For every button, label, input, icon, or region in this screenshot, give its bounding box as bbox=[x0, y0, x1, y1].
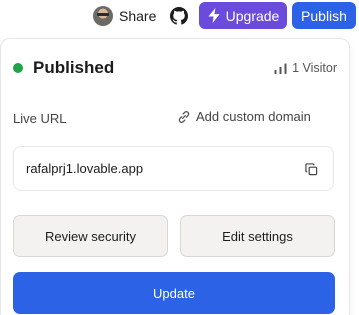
visitor-count: 1 Visitor bbox=[274, 61, 337, 75]
publish-label: Publish bbox=[301, 7, 347, 24]
bar-chart-icon bbox=[274, 63, 287, 74]
review-security-button[interactable]: Review security bbox=[13, 215, 168, 257]
add-custom-domain-label: Add custom domain bbox=[196, 109, 311, 124]
live-url-field[interactable]: rafalprj1.lovable.app bbox=[13, 146, 334, 191]
publish-button[interactable]: Publish bbox=[292, 2, 356, 29]
update-button[interactable]: Update bbox=[13, 272, 335, 314]
avatar bbox=[93, 5, 113, 26]
visitor-count-label: 1 Visitor bbox=[292, 61, 337, 75]
live-url-label: Live URL bbox=[13, 110, 67, 126]
link-icon bbox=[178, 110, 190, 123]
live-url-value: rafalprj1.lovable.app bbox=[26, 161, 144, 176]
copy-url-button[interactable] bbox=[303, 161, 319, 177]
edit-settings-button[interactable]: Edit settings bbox=[180, 215, 335, 257]
update-label: Update bbox=[153, 285, 195, 301]
status-text: Published bbox=[33, 58, 115, 77]
add-custom-domain-link[interactable]: Add custom domain bbox=[177, 109, 311, 124]
copy-icon bbox=[304, 162, 317, 175]
status-row: Published 1 Visitor bbox=[13, 57, 337, 79]
top-bar: Share Upgrade Publish bbox=[0, 0, 359, 34]
github-button[interactable] bbox=[166, 4, 192, 28]
url-row: Live URL Add custom domain bbox=[13, 109, 337, 127]
edit-settings-label: Edit settings bbox=[222, 228, 293, 244]
share-label: Share bbox=[119, 7, 157, 24]
lightning-icon bbox=[208, 8, 220, 23]
status-dot bbox=[13, 63, 23, 73]
github-icon bbox=[170, 7, 188, 25]
share-button[interactable]: Share bbox=[90, 3, 158, 28]
review-security-label: Review security bbox=[44, 228, 137, 244]
upgrade-button[interactable]: Upgrade bbox=[199, 2, 287, 29]
publish-panel: Published 1 Visitor Live URL Add custom … bbox=[0, 38, 350, 315]
upgrade-label: Upgrade bbox=[225, 7, 280, 24]
action-row: Review security Edit settings bbox=[13, 215, 335, 257]
